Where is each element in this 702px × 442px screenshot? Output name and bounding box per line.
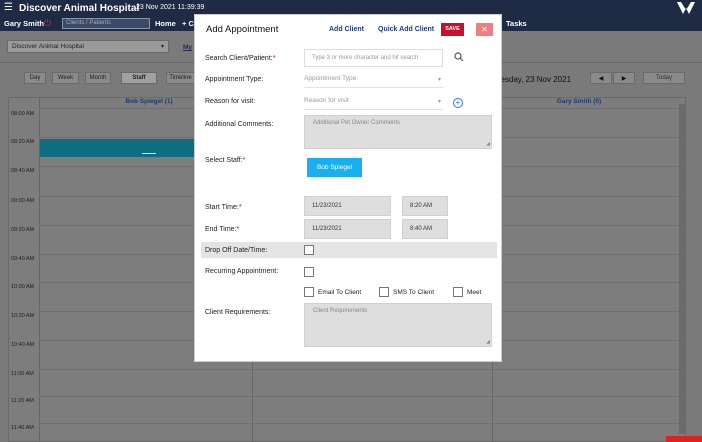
today-button[interactable]: Today bbox=[643, 72, 685, 84]
time-label: 09:00 AM bbox=[11, 198, 35, 204]
comments-textarea[interactable]: Additional Pet Owner Comments ◢ bbox=[304, 115, 492, 149]
nav-tasks[interactable]: Tasks bbox=[506, 19, 527, 28]
start-date-input[interactable]: 11/23/2021 bbox=[304, 196, 391, 216]
meet-checkbox[interactable] bbox=[453, 287, 463, 297]
view-staff-button[interactable]: Staff bbox=[121, 72, 157, 84]
view-day-button[interactable]: Day bbox=[24, 72, 46, 84]
required-marker: * bbox=[242, 157, 246, 164]
user-name[interactable]: Gary Smith bbox=[4, 19, 44, 28]
end-time-input[interactable]: 8:40 AM bbox=[402, 219, 448, 239]
close-icon[interactable]: ✕ bbox=[476, 23, 493, 36]
search-client-input[interactable]: Type 3 or more character and hit search bbox=[304, 49, 443, 67]
required-marker: * bbox=[238, 204, 242, 211]
client-requirements-label: Client Requirements: bbox=[205, 309, 271, 316]
time-label: 11:00 AM bbox=[11, 371, 34, 377]
resize-grip-icon[interactable]: ◢ bbox=[486, 141, 490, 147]
end-date-input[interactable]: 11/23/2021 bbox=[304, 219, 391, 239]
search-client-label: Search Client/Patient:* bbox=[205, 55, 275, 62]
time-label: 10:20 AM bbox=[11, 313, 35, 319]
reason-value: Reason for visit bbox=[304, 97, 349, 104]
sms-to-client-checkbox[interactable] bbox=[379, 287, 389, 297]
reason-label: Reason for visit: bbox=[205, 98, 256, 105]
time-label: 08:40 AM bbox=[11, 168, 35, 174]
view-timeline-button[interactable]: Timeline bbox=[166, 72, 194, 84]
add-appointment-modal: Add Appointment Add Client Quick Add Cli… bbox=[194, 14, 502, 362]
chevron-down-icon: ▾ bbox=[437, 77, 441, 83]
required-marker: * bbox=[236, 226, 240, 233]
save-button[interactable]: SAVE bbox=[441, 23, 464, 36]
sms-to-client-label: SMS To Client bbox=[393, 289, 435, 296]
nav-add[interactable]: + C bbox=[182, 19, 194, 28]
add-client-link[interactable]: Add Client bbox=[329, 26, 364, 33]
select-staff-label: Select Staff:* bbox=[205, 157, 245, 164]
appointment-type-select[interactable]: Appointment Type ▾ bbox=[304, 75, 443, 88]
start-time-input[interactable]: 8:20 AM bbox=[402, 196, 448, 216]
add-reason-icon[interactable]: + bbox=[453, 98, 463, 108]
time-label: 09:20 AM bbox=[11, 227, 35, 233]
time-label: 11:20 AM bbox=[11, 398, 34, 404]
dropoff-checkbox[interactable] bbox=[304, 245, 314, 255]
client-requirements-placeholder: Client Requirements bbox=[313, 308, 368, 314]
brand-logo-icon[interactable] bbox=[676, 1, 696, 17]
view-month-button[interactable]: Month bbox=[85, 72, 111, 84]
reason-select[interactable]: Reason for visit ▾ bbox=[304, 97, 443, 110]
grid-line bbox=[39, 423, 687, 424]
hamburger-menu-icon[interactable]: ☰ bbox=[4, 3, 13, 13]
comments-label: Additional Comments: bbox=[205, 121, 274, 128]
end-time-label-text: End Time: bbox=[205, 226, 237, 233]
header-datetime: 23 Nov 2021 11:39:39 bbox=[136, 4, 205, 11]
column-header-gary: Gary Smith (0) bbox=[556, 98, 602, 105]
app-title: Discover Animal Hospital bbox=[19, 3, 140, 14]
email-to-client-label: Email To Client bbox=[318, 289, 362, 296]
comments-placeholder: Additional Pet Owner Comments bbox=[313, 120, 401, 126]
select-staff-label-text: Select Staff: bbox=[205, 157, 243, 164]
required-marker: * bbox=[272, 55, 276, 62]
grid-line bbox=[39, 369, 687, 370]
dropoff-label: Drop Off Date/Time: bbox=[205, 247, 268, 254]
time-label: 11:40 AM bbox=[11, 425, 34, 431]
dropoff-row: Drop Off Date/Time: bbox=[201, 242, 497, 258]
quick-add-client-link[interactable]: Quick Add Client bbox=[378, 26, 434, 33]
search-icon[interactable] bbox=[454, 52, 464, 64]
email-to-client-checkbox[interactable] bbox=[304, 287, 314, 297]
next-day-button[interactable]: ▶ bbox=[613, 72, 635, 84]
start-time-label-text: Start Time: bbox=[205, 204, 239, 211]
resize-grip-icon[interactable]: ◢ bbox=[486, 339, 490, 345]
power-icon[interactable]: ⏻ bbox=[44, 18, 51, 29]
chevron-down-icon: ▾ bbox=[437, 99, 441, 105]
nav-home[interactable]: Home bbox=[155, 19, 176, 28]
calendar-scrollbar[interactable] bbox=[679, 104, 685, 434]
calendar-date: uesday, 23 Nov 2021 bbox=[496, 75, 572, 84]
recurring-label: Recurring Appointment: bbox=[205, 268, 279, 275]
appointment-type-value: Appointment Type bbox=[304, 75, 357, 82]
time-label: 10:00 AM bbox=[11, 284, 35, 290]
my-link[interactable]: My bbox=[183, 44, 192, 51]
grid-line bbox=[39, 396, 687, 397]
recurring-checkbox[interactable] bbox=[304, 267, 314, 277]
hospital-select[interactable]: Discover Animal Hospital ▾ bbox=[7, 40, 169, 53]
view-week-button[interactable]: Week bbox=[52, 72, 79, 84]
hospital-select-value: Discover Animal Hospital bbox=[12, 43, 84, 50]
modal-title: Add Appointment bbox=[206, 24, 279, 35]
end-time-label: End Time:* bbox=[205, 226, 239, 233]
search-client-label-text: Search Client/Patient: bbox=[205, 55, 273, 62]
staff-bob-spiegel-button[interactable]: Bob Spiegel bbox=[307, 158, 362, 177]
resize-handle[interactable] bbox=[142, 153, 156, 154]
time-column: 08:00 AM 08:20 AM 08:40 AM 09:00 AM 09:2… bbox=[9, 108, 39, 442]
time-label: 09:40 AM bbox=[11, 256, 35, 262]
appointment-type-label: Appointment Type: bbox=[205, 76, 264, 83]
client-search-input[interactable]: Clients / Patients bbox=[62, 18, 150, 29]
time-label: 08:20 AM bbox=[11, 139, 35, 145]
start-time-label: Start Time:* bbox=[205, 204, 242, 211]
meet-label: Meet bbox=[467, 289, 482, 296]
chevron-down-icon: ▾ bbox=[160, 44, 164, 50]
client-requirements-textarea[interactable]: Client Requirements ◢ bbox=[304, 303, 492, 347]
corner-badge[interactable] bbox=[666, 436, 702, 442]
time-label: 08:00 AM bbox=[11, 111, 35, 117]
prev-day-button[interactable]: ◀ bbox=[590, 72, 612, 84]
time-label: 10:40 AM bbox=[11, 342, 35, 348]
